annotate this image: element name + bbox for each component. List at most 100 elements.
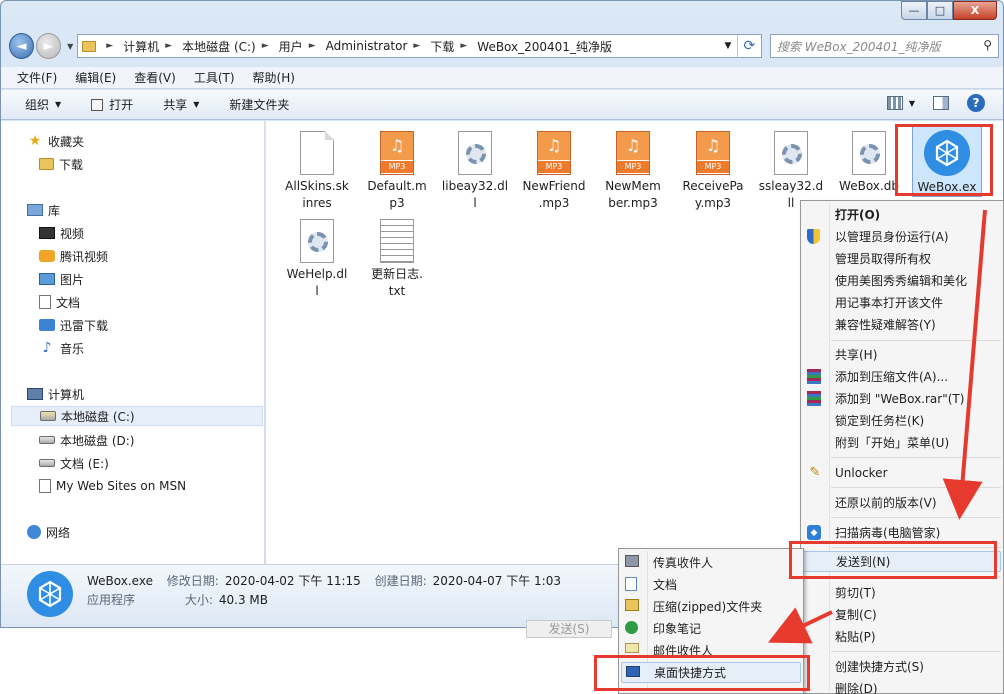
file-item[interactable]: AllSkins.sk inres — [282, 131, 352, 212]
breadcrumb-root-arrow[interactable]: ► — [100, 41, 121, 51]
chevron-down-icon: ▼ — [55, 100, 62, 109]
sidebar-item-computer[interactable]: 计算机 — [27, 384, 84, 404]
drive-icon — [39, 436, 55, 444]
file-item[interactable]: ♫ MP3 ReceivePa y.mp3 — [678, 131, 748, 212]
fax-icon — [625, 555, 639, 567]
share-button[interactable]: 共享 ▼ — [163, 96, 199, 113]
sidebar-item-web-sites[interactable]: My Web Sites on MSN — [39, 476, 186, 496]
zip-folder-icon — [625, 599, 639, 611]
command-bar: 组织 ▼ 打开 共享 ▼ 新建文件夹 ▼ ? — [1, 90, 1003, 120]
music-note-icon: ♪ — [42, 340, 52, 356]
menu-help[interactable]: 帮助(H) — [253, 69, 295, 86]
library-icon — [27, 204, 43, 216]
minimize-button[interactable]: — — [901, 1, 927, 20]
navigation-row: ◄ ► ▼ ► 计算机 ► 本地磁盘 (C:) ► 用户 ► Administrato… — [9, 31, 999, 61]
drive-icon — [39, 459, 55, 467]
sidebar-item-libraries[interactable]: 库 — [27, 200, 60, 220]
open-icon — [91, 98, 104, 111]
dll-file-icon — [458, 131, 492, 175]
file-item[interactable]: libeay32.dl l — [440, 131, 510, 212]
sidebar-item-downloads[interactable]: 下载 — [39, 154, 83, 174]
address-bar[interactable]: ► 计算机 ► 本地磁盘 (C:) ► 用户 ► Administrator ► 下载 ►… — [77, 34, 762, 58]
dll-file-icon — [300, 219, 334, 263]
breadcrumb-item[interactable]: 用户 ► — [279, 38, 324, 55]
menu-separator — [831, 517, 1001, 518]
highlight-box-webox — [895, 124, 993, 196]
search-input[interactable]: 搜索 WeBox_200401_纯净版 ⚲ — [769, 34, 999, 58]
tencent-guard-icon: ◆ — [807, 525, 821, 540]
search-icon[interactable]: ⚲ — [983, 38, 992, 52]
breadcrumb-item[interactable]: 下载 ► — [430, 38, 475, 55]
wand-icon: ✎ — [809, 465, 821, 480]
file-item[interactable]: ♫ MP3 Default.m p3 — [362, 131, 432, 212]
menu-separator — [831, 651, 1001, 652]
sidebar-item-videos[interactable]: 视频 — [39, 223, 84, 243]
webox-app-icon — [27, 571, 73, 617]
title-bar: — □ X — [1, 1, 1003, 27]
sidebar-item-documents[interactable]: 文档 — [39, 292, 80, 312]
sidebar-item-thunder-downloads[interactable]: 迅雷下载 — [39, 315, 108, 335]
uac-shield-icon — [807, 229, 820, 244]
mp3-file-icon: ♫ MP3 — [537, 131, 571, 175]
details-row-1: WeBox.exe 修改日期: 2020-04-02 下午 11:15 创建日期:… — [87, 574, 561, 588]
sidebar-item-drive-e[interactable]: 文档 (E:) — [39, 453, 109, 473]
sidebar-item-music[interactable]: ♪ 音乐 — [39, 338, 84, 358]
view-dropdown-icon[interactable]: ▼ — [909, 99, 915, 108]
background-button: 发送(S) — [526, 620, 612, 638]
menu-view[interactable]: 查看(V) — [134, 69, 176, 86]
breadcrumb-current[interactable]: WeBox_200401_纯净版 — [477, 38, 612, 55]
breadcrumb-item[interactable]: 本地磁盘 (C:) ► — [182, 38, 277, 55]
sidebar-item-network[interactable]: 网络 — [27, 522, 70, 542]
sidebar-item-drive-d[interactable]: 本地磁盘 (D:) — [39, 430, 134, 450]
close-button[interactable]: X — [953, 1, 997, 20]
menu-separator — [831, 487, 1001, 488]
address-dropdown[interactable]: ▼ — [719, 41, 737, 51]
file-item[interactable]: WeHelp.dl l — [282, 219, 352, 300]
search-placeholder: 搜索 WeBox_200401_纯净版 — [776, 39, 941, 54]
file-item[interactable]: 更新日志. txt — [362, 219, 432, 300]
video-icon — [39, 227, 55, 239]
menu-separator — [831, 340, 1001, 341]
menu-tools[interactable]: 工具(T) — [194, 69, 235, 86]
file-item[interactable]: ♫ MP3 NewFriend .mp3 — [519, 131, 589, 212]
mail-icon — [625, 643, 639, 653]
open-button[interactable]: 打开 — [91, 96, 133, 113]
organize-button[interactable]: 组织 ▼ — [25, 96, 61, 113]
sidebar-item-favorites[interactable]: ★ 收藏夹 — [27, 131, 84, 151]
menu-bar: 文件(F) 编辑(E) 查看(V) 工具(T) 帮助(H) — [1, 67, 1003, 89]
window-controls: — □ X — [901, 1, 997, 20]
documents-icon — [625, 577, 637, 591]
evernote-icon — [625, 621, 638, 634]
change-view-icon[interactable] — [886, 96, 903, 110]
menu-edit[interactable]: 编辑(E) — [75, 69, 116, 86]
file-item[interactable]: ♫ MP3 NewMem ber.mp3 — [598, 131, 668, 212]
back-button[interactable]: ◄ — [9, 33, 35, 59]
sidebar-item-pictures[interactable]: 图片 — [39, 269, 84, 289]
picture-icon — [39, 273, 55, 285]
web-page-icon — [39, 479, 51, 493]
file-item[interactable]: WeBox.db — [834, 131, 904, 195]
folder-icon — [82, 40, 97, 52]
context-menu: 打开(O) 以管理员身份运行(A) 管理员取得所有权 使用美图秀秀编辑和美化 用… — [800, 200, 1004, 694]
refresh-icon[interactable]: ⟳ — [736, 35, 761, 57]
dll-file-icon — [774, 131, 808, 175]
network-icon — [27, 525, 41, 539]
blank-file-icon — [300, 131, 334, 175]
menu-separator — [831, 457, 1001, 458]
menu-file[interactable]: 文件(F) — [17, 69, 57, 86]
recent-pages-dropdown[interactable]: ▼ — [67, 42, 73, 51]
new-folder-button[interactable]: 新建文件夹 — [229, 96, 289, 113]
sidebar-item-tencent-video[interactable]: 腾讯视频 — [39, 246, 108, 266]
breadcrumb-item[interactable]: Administrator ► — [326, 39, 429, 53]
system-drive-icon — [40, 411, 56, 421]
breadcrumb-item[interactable]: 计算机 ► — [123, 38, 180, 55]
mp3-file-icon: ♫ MP3 — [696, 131, 730, 175]
forward-button[interactable]: ► — [36, 33, 62, 59]
preview-pane-icon[interactable] — [933, 96, 949, 110]
sidebar-item-drive-c[interactable]: 本地磁盘 (C:) — [11, 406, 263, 426]
chevron-down-icon: ▼ — [193, 100, 200, 109]
help-icon[interactable]: ? — [967, 94, 985, 112]
maximize-button[interactable]: □ — [927, 1, 953, 20]
dll-file-icon — [852, 131, 886, 175]
thunder-icon — [39, 319, 55, 331]
